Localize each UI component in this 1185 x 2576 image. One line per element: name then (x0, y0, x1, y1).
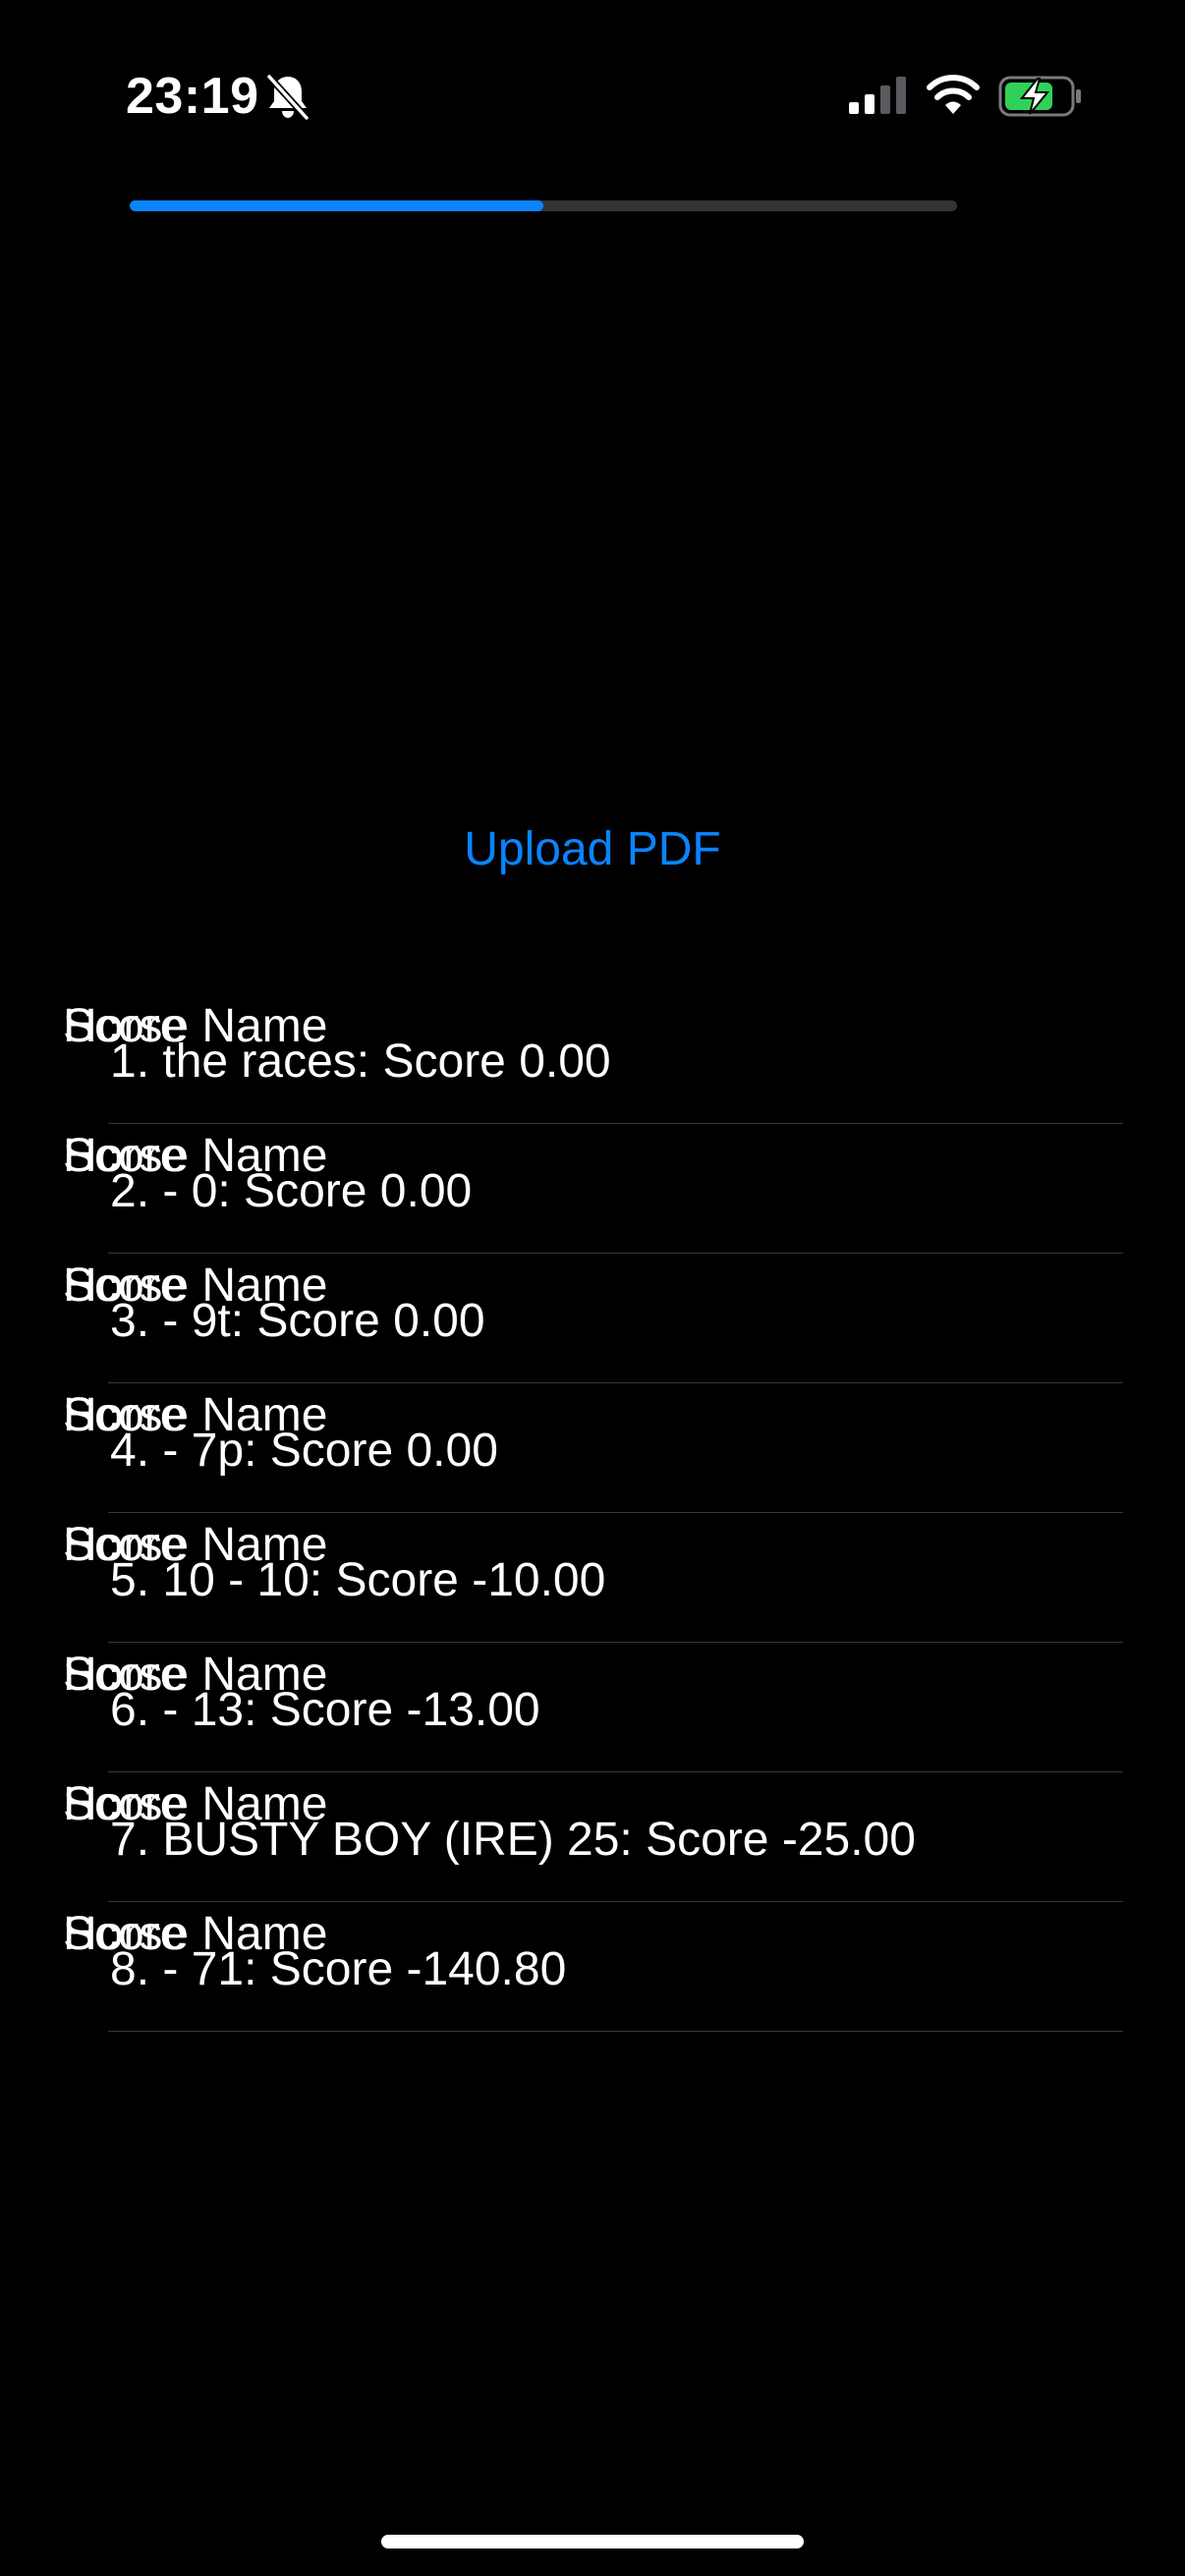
result-row: Horse Name Score 3. - 9t: Score 0.00 (0, 1254, 1185, 1383)
progress-fill (130, 200, 543, 211)
row-divider (108, 2031, 1123, 2032)
result-text: 7. BUSTY BOY (IRE) 25: Score -25.00 (110, 1814, 916, 1866)
status-time: 23:19 (126, 68, 259, 125)
result-row: Horse Name Score 2. - 0: Score 0.00 (0, 1124, 1185, 1254)
wifi-icon (927, 75, 980, 114)
result-text: 8. - 71: Score -140.80 (110, 1943, 567, 1995)
cellular-signal-icon (849, 77, 906, 114)
result-row: Horse Name Score 1. the races: Score 0.00 (0, 994, 1185, 1124)
upload-pdf-button[interactable]: Upload PDF (0, 817, 1185, 882)
result-text: 3. - 9t: Score 0.00 (110, 1295, 485, 1347)
result-row: Horse Name Score 8. - 71: Score -140.80 (0, 1902, 1185, 2032)
result-row: Horse Name Score 5. 10 - 10: Score -10.00 (0, 1513, 1185, 1643)
result-text: 6. - 13: Score -13.00 (110, 1684, 540, 1736)
result-text: 5. 10 - 10: Score -10.00 (110, 1554, 606, 1606)
progress-bar (130, 200, 957, 211)
result-text: 2. - 0: Score 0.00 (110, 1165, 473, 1217)
battery-charging-icon (998, 76, 1081, 117)
results-list: Horse Name Score 1. the races: Score 0.00 H… (0, 994, 1185, 2032)
result-row: Horse Name Score 7. BUSTY BOY (IRE) 25: Sc… (0, 1772, 1185, 1902)
status-bar: 23:19 (0, 0, 1185, 196)
home-indicator[interactable] (381, 2535, 804, 2548)
result-row: Horse Name Score 4. - 7p: Score 0.00 (0, 1383, 1185, 1513)
result-row: Horse Name Score 6. - 13: Score -13.00 (0, 1643, 1185, 1772)
bell-slash-icon (265, 73, 310, 122)
result-text: 1. the races: Score 0.00 (110, 1036, 611, 1088)
result-text: 4. - 7p: Score 0.00 (110, 1425, 498, 1477)
